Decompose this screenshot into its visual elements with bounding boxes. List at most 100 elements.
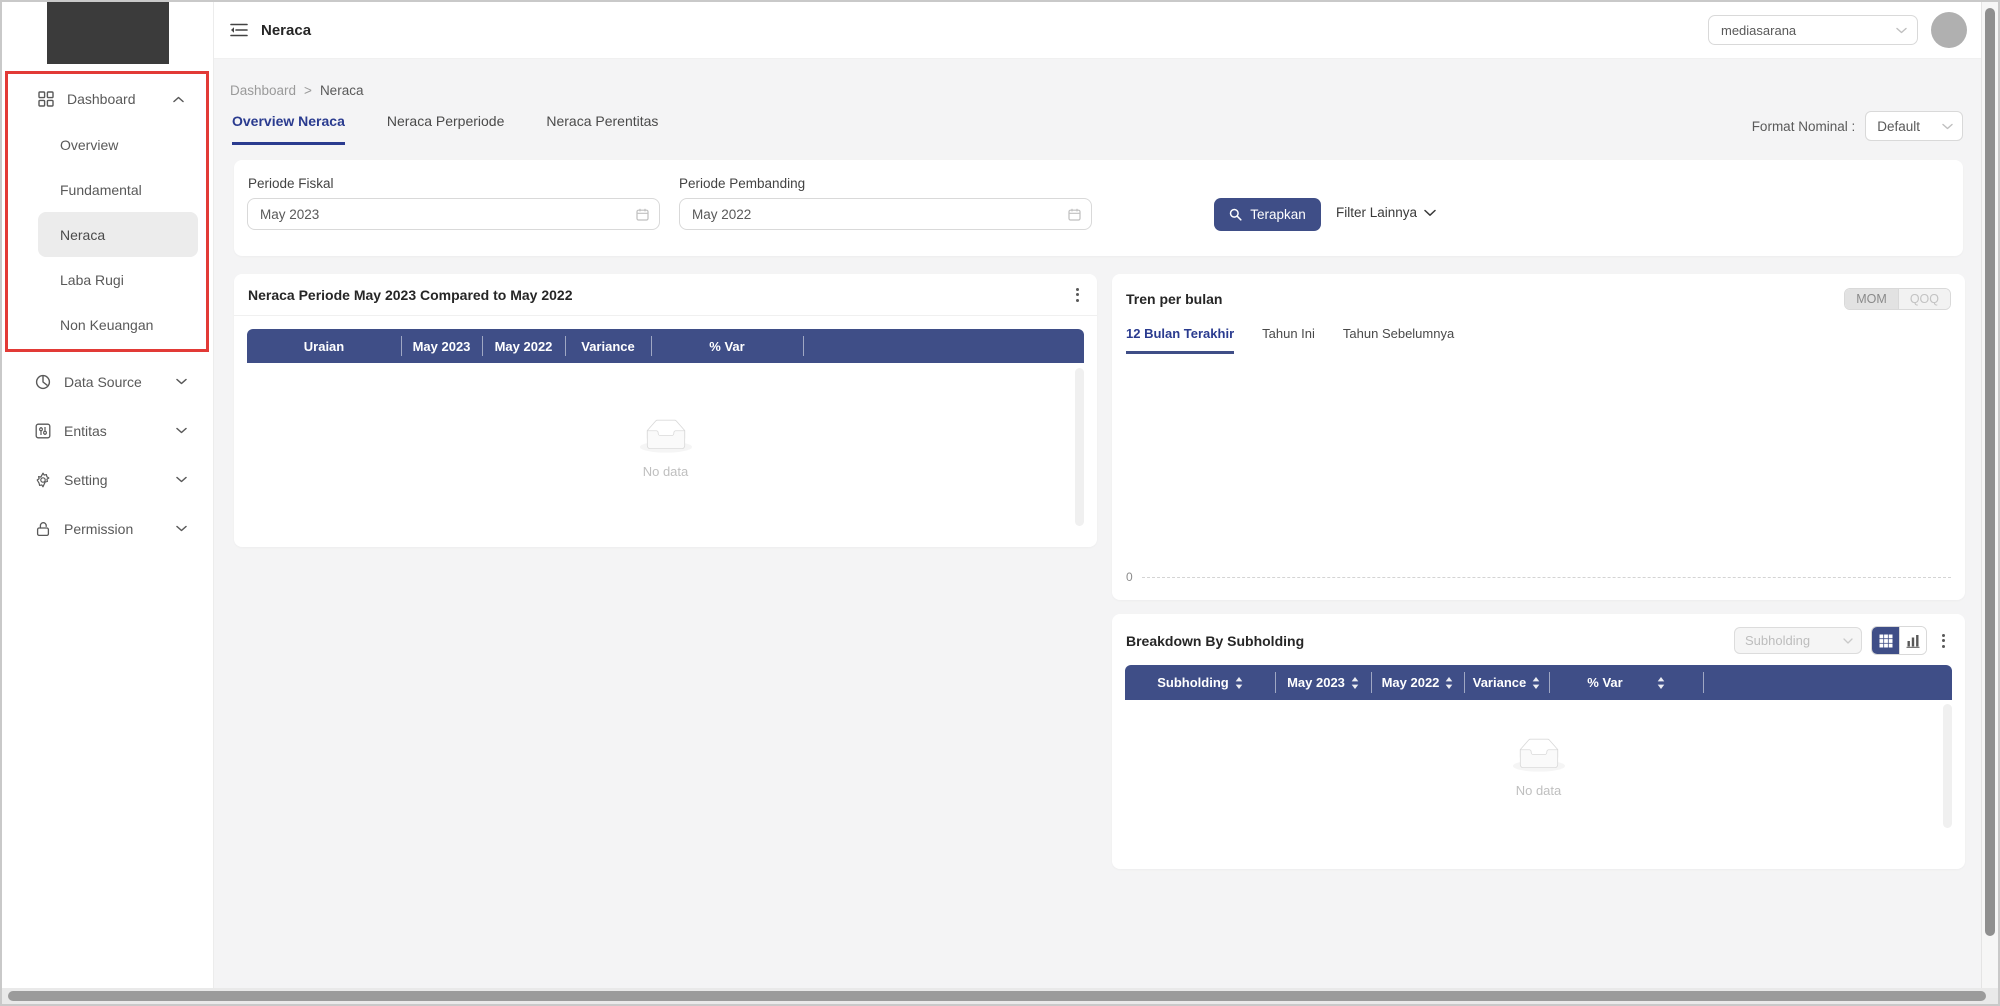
sidebar-item-non-keuangan[interactable]: Non Keuangan <box>38 302 198 347</box>
subholding-select-value: Subholding <box>1745 633 1810 648</box>
column-header-may-2023[interactable]: May 2023 <box>401 329 482 363</box>
format-nominal-select[interactable]: Default <box>1865 111 1963 141</box>
chart-x-axis: 0 <box>1126 570 1951 584</box>
periode-pembanding-input[interactable] <box>680 207 1068 222</box>
neraca-comparison-card: Neraca Periode May 2023 Compared to May … <box>234 274 1097 547</box>
card-title: Neraca Periode May 2023 Compared to May … <box>248 287 573 303</box>
subholding-select[interactable]: Subholding <box>1734 627 1862 654</box>
column-header-subholding[interactable]: Subholding <box>1125 665 1275 700</box>
periode-pembanding-label: Periode Pembanding <box>679 176 805 191</box>
table-body: No data <box>1125 700 1952 835</box>
empty-state: No data <box>640 419 692 479</box>
column-header-pct-var[interactable]: % Var <box>1549 665 1703 700</box>
tab-tahun-ini[interactable]: Tahun Ini <box>1262 326 1315 354</box>
tab-neraca-perentitas[interactable]: Neraca Perentitas <box>546 113 658 145</box>
horizontal-scrollbar[interactable] <box>2 988 1998 1004</box>
calendar-icon[interactable] <box>636 208 649 221</box>
trend-range-tabs: 12 Bulan Terakhir Tahun Ini Tahun Sebelu… <box>1112 310 1965 354</box>
sidebar-item-label: Non Keuangan <box>60 317 153 333</box>
table-scrollbar[interactable] <box>1075 368 1084 526</box>
sidebar-item-dashboard[interactable]: Dashboard <box>8 76 206 122</box>
sliders-icon <box>35 423 51 439</box>
sidebar-item-permission[interactable]: Permission <box>5 504 209 553</box>
apply-button-label: Terapkan <box>1250 207 1306 222</box>
chart-view-button[interactable] <box>1899 627 1926 654</box>
gear-icon <box>35 472 51 488</box>
sidebar-item-label: Setting <box>64 472 108 488</box>
chevron-down-icon <box>1896 27 1907 34</box>
periode-fiskal-field <box>247 198 660 230</box>
chevron-down-icon <box>1942 123 1953 130</box>
qoq-toggle[interactable]: QOQ <box>1898 289 1950 309</box>
sidebar-item-setting[interactable]: Setting <box>5 455 209 504</box>
sidebar-item-data-source[interactable]: Data Source <box>5 357 209 406</box>
sidebar-item-neraca[interactable]: Neraca <box>38 212 198 257</box>
mom-toggle[interactable]: MOM <box>1845 289 1898 309</box>
tab-tahun-sebelumnya[interactable]: Tahun Sebelumnya <box>1343 326 1454 354</box>
calendar-icon[interactable] <box>1068 208 1081 221</box>
dashboard-highlight-box: Dashboard Overview Fundamental Neraca La… <box>5 71 209 352</box>
column-header-may-2022[interactable]: May 2022 <box>482 329 565 363</box>
breadcrumb-current: Neraca <box>320 83 364 98</box>
sort-icon <box>1351 677 1359 689</box>
search-icon <box>1229 208 1242 221</box>
table-view-button[interactable] <box>1872 627 1899 654</box>
sidebar-item-laba-rugi[interactable]: Laba Rugi <box>38 257 198 302</box>
empty-state-label: No data <box>643 464 689 479</box>
sort-icon <box>1445 677 1453 689</box>
sidebar-item-label: Entitas <box>64 423 107 439</box>
sidebar-item-entitas[interactable]: Entitas <box>5 406 209 455</box>
menu-fold-icon[interactable] <box>230 23 248 37</box>
chevron-down-icon <box>176 378 187 385</box>
column-header-may-2023[interactable]: May 2023 <box>1275 665 1371 700</box>
kebab-menu-icon[interactable] <box>1936 630 1951 652</box>
format-nominal-label: Format Nominal : <box>1752 119 1856 134</box>
breadcrumb-root[interactable]: Dashboard <box>230 83 296 98</box>
sort-icon <box>1532 677 1540 689</box>
sidebar-item-label: Neraca <box>60 227 105 243</box>
sidebar-item-label: Dashboard <box>67 91 136 107</box>
main-content: Dashboard>Neraca Overview Neraca Neraca … <box>214 59 1981 988</box>
column-label: Subholding <box>1157 675 1228 690</box>
column-header-variance[interactable]: Variance <box>1464 665 1549 700</box>
filter-panel: Periode Fiskal Periode Pembanding Terapk… <box>234 160 1963 256</box>
empty-state: No data <box>1513 738 1565 798</box>
axis-zero-label: 0 <box>1126 570 1133 584</box>
more-filters-toggle[interactable]: Filter Lainnya <box>1336 205 1436 220</box>
vertical-scrollbar[interactable] <box>1981 2 1998 988</box>
table-scrollbar[interactable] <box>1943 704 1952 828</box>
user-avatar[interactable] <box>1931 12 1967 48</box>
table-body: No data <box>247 363 1084 534</box>
horizontal-scrollbar-thumb[interactable] <box>8 991 1986 1001</box>
tab-12-bulan-terakhir[interactable]: 12 Bulan Terakhir <box>1126 326 1234 354</box>
sidebar-item-label: Laba Rugi <box>60 272 124 288</box>
top-header: Neraca mediasarana <box>214 2 1981 59</box>
column-header-may-2022[interactable]: May 2022 <box>1371 665 1464 700</box>
page-tabs: Overview Neraca Neraca Perperiode Neraca… <box>232 113 658 145</box>
app-window: Dashboard Overview Fundamental Neraca La… <box>0 0 2000 1006</box>
sidebar-item-label: Overview <box>60 137 118 153</box>
sidebar-item-overview[interactable]: Overview <box>38 122 198 167</box>
periode-pembanding-field <box>679 198 1092 230</box>
dashboard-grid-icon <box>38 91 54 107</box>
column-header-uraian[interactable]: Uraian <box>247 329 401 363</box>
column-header-variance[interactable]: Variance <box>565 329 651 363</box>
mom-qoq-toggle: MOM QOQ <box>1844 288 1951 310</box>
breadcrumb: Dashboard>Neraca <box>230 83 363 98</box>
sidebar-item-label: Permission <box>64 521 133 537</box>
vertical-scrollbar-thumb[interactable] <box>1985 8 1995 936</box>
tab-overview-neraca[interactable]: Overview Neraca <box>232 113 345 145</box>
column-header-pct-var[interactable]: % Var <box>651 329 803 363</box>
column-header-empty <box>1703 665 1952 700</box>
table-header: Subholding May 2023 May 2022 Variance % … <box>1125 665 1952 700</box>
pie-chart-icon <box>35 374 51 390</box>
periode-fiskal-input[interactable] <box>248 207 636 222</box>
sidebar-item-fundamental[interactable]: Fundamental <box>38 167 198 212</box>
breakdown-card: Breakdown By Subholding Subholding <box>1112 614 1965 869</box>
apply-button[interactable]: Terapkan <box>1214 198 1321 231</box>
more-filters-label: Filter Lainnya <box>1336 205 1417 220</box>
organization-select[interactable]: mediasarana <box>1708 15 1918 45</box>
tab-neraca-perperiode[interactable]: Neraca Perperiode <box>387 113 505 145</box>
kebab-menu-icon[interactable] <box>1070 284 1085 306</box>
periode-fiskal-label: Periode Fiskal <box>248 176 334 191</box>
